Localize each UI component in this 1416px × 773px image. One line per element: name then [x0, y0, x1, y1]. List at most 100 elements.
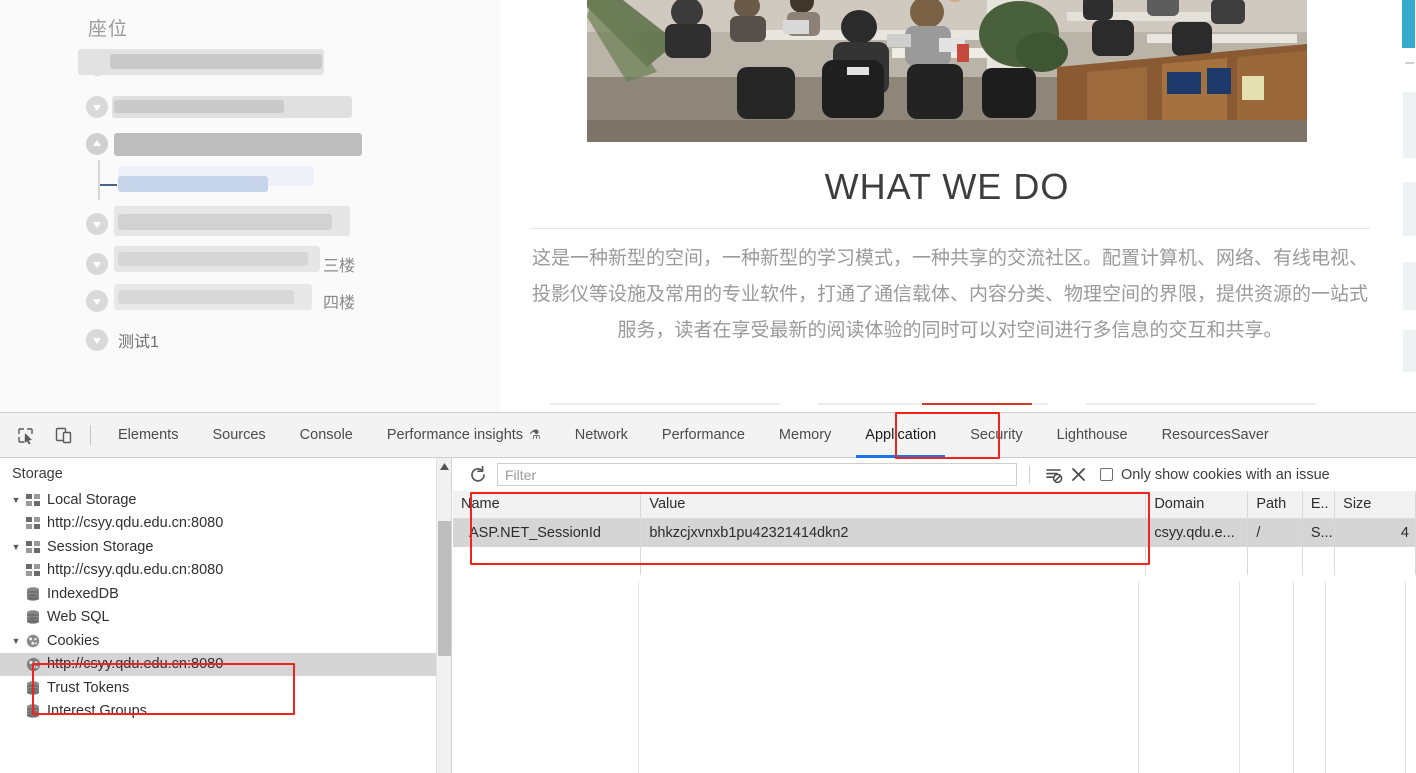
tab-application[interactable]: Application — [848, 413, 953, 458]
tree-item-local-storage[interactable]: ▼ Local Storage — [0, 488, 451, 512]
storage-panel-title: Storage — [12, 466, 63, 482]
cookies-filter-input[interactable] — [497, 463, 1017, 486]
tab-performance-insights[interactable]: Performance insights ⚗ — [370, 413, 558, 458]
devtools-tab-bar: Elements Sources Console Performance ins… — [101, 413, 1286, 458]
page-paragraph: 这是一种新型的空间，一种新型的学习模式，一种共享的交流社区。配置计算机、网络、有… — [531, 247, 1368, 341]
cookies-filter-bar: Only show cookies with an issue — [453, 458, 1416, 491]
chevron-down-icon[interactable]: ▼ — [8, 636, 24, 646]
scroll-up-arrow-icon[interactable] — [437, 458, 451, 474]
content-divider-top — [530, 228, 1370, 229]
chevron-down-icon[interactable]: ▼ — [8, 542, 24, 552]
tab-security[interactable]: Security — [953, 413, 1039, 458]
devtools-panel: Elements Sources Console Performance ins… — [0, 412, 1416, 773]
chevron-down-circle-icon[interactable] — [86, 54, 108, 76]
storage-grid-icon — [24, 564, 42, 577]
footer-divider-accent — [922, 403, 1032, 405]
cell-domain: csyy.qdu.e... — [1145, 518, 1249, 547]
table-header-row: Name Value Domain Path E.. Size — [453, 491, 1416, 519]
footer-divider — [1086, 403, 1316, 405]
tree-item-web-sql[interactable]: Web SQL — [0, 606, 451, 630]
tree-item-session-storage-origin[interactable]: http://csyy.qdu.edu.cn:8080 — [0, 559, 451, 583]
clear-filter-icon[interactable] — [1042, 463, 1066, 487]
page-sidebar: 座位 三楼 四楼 测试1 — [0, 0, 500, 412]
scrollbar-marker — [1405, 62, 1414, 64]
column-header-expires[interactable]: E.. — [1302, 491, 1336, 519]
redaction-blur — [114, 100, 284, 113]
redaction-blur — [118, 214, 332, 230]
tree-item-cookies-origin[interactable]: http://csyy.qdu.edu.cn:8080 — [0, 652, 451, 676]
storage-grid-icon — [24, 517, 42, 530]
inspect-element-icon[interactable] — [10, 420, 40, 450]
flask-icon: ⚗ — [529, 427, 541, 442]
clear-all-cookies-icon[interactable] — [1066, 463, 1090, 487]
tree-connector-branch — [100, 184, 117, 186]
chevron-down-circle-icon[interactable] — [86, 329, 108, 351]
toolbar-divider — [90, 425, 91, 445]
chevron-down-circle-icon[interactable] — [86, 96, 108, 118]
chevron-down-circle-icon[interactable] — [86, 253, 108, 275]
only-show-issues-checkbox[interactable]: Only show cookies with an issue — [1100, 467, 1330, 483]
database-icon — [24, 610, 42, 624]
page-tree-item[interactable]: 测试1 — [86, 328, 159, 352]
refresh-icon[interactable] — [465, 462, 491, 488]
cookies-panel: Only show cookies with an issue Name Val… — [453, 458, 1416, 773]
cell-value: bhkzcjxvnxb1pu42321414dkn2 — [640, 518, 1147, 547]
tree-item-trust-tokens[interactable]: Trust Tokens — [0, 676, 451, 700]
page-tree-item[interactable]: 三楼 — [86, 252, 355, 276]
tree-item-cookies[interactable]: ▼ Cookies — [0, 629, 451, 653]
column-header-size[interactable]: Size — [1334, 491, 1416, 519]
devtools-body: Storage ▼ Local Storage http://csyy.qdu.… — [0, 458, 1416, 773]
tab-lighthouse[interactable]: Lighthouse — [1040, 413, 1145, 458]
devtools-toolbar: Elements Sources Console Performance ins… — [0, 413, 1416, 458]
footer-divider — [550, 403, 780, 405]
cell-path: / — [1247, 518, 1303, 547]
redaction-blur — [110, 54, 322, 69]
scrollbar-segment — [1403, 182, 1416, 236]
sidebar-heading: 座位 — [88, 19, 129, 40]
page-tree-item[interactable] — [86, 54, 118, 76]
scrollbar-segment — [1403, 330, 1416, 372]
storage-scrollbar[interactable] — [436, 458, 451, 773]
tab-console[interactable]: Console — [283, 413, 370, 458]
storage-panel: Storage ▼ Local Storage http://csyy.qdu.… — [0, 458, 452, 773]
column-header-path[interactable]: Path — [1247, 491, 1303, 519]
tab-performance[interactable]: Performance — [645, 413, 762, 458]
scrollbar-segment — [1403, 262, 1416, 310]
tree-item-session-storage[interactable]: ▼ Session Storage — [0, 535, 451, 559]
tab-elements[interactable]: Elements — [101, 413, 195, 458]
database-icon — [24, 681, 42, 695]
storage-scrollbar-thumb[interactable] — [438, 521, 451, 656]
device-toolbar-icon[interactable] — [48, 420, 78, 450]
column-header-name[interactable]: Name — [453, 491, 642, 519]
chevron-down-circle-icon[interactable] — [86, 213, 108, 235]
page-tree-item[interactable] — [86, 213, 118, 235]
column-header-domain[interactable]: Domain — [1145, 491, 1249, 519]
cookie-icon — [24, 634, 42, 648]
table-row[interactable]: ASP.NET_SessionId bhkzcjxvnxb1pu42321414… — [453, 518, 1416, 547]
cell-expires: S... — [1302, 518, 1336, 547]
storage-tree: ▼ Local Storage http://csyy.qdu.edu.cn:8… — [0, 488, 451, 723]
tree-item-local-storage-origin[interactable]: http://csyy.qdu.edu.cn:8080 — [0, 512, 451, 536]
chevron-down-icon[interactable]: ▼ — [8, 495, 24, 505]
footer-divider-group — [530, 403, 1390, 406]
column-header-value[interactable]: Value — [640, 491, 1147, 519]
hero-photo — [587, 0, 1307, 142]
tab-sources[interactable]: Sources — [195, 413, 282, 458]
page-tree-item[interactable]: 四楼 — [86, 289, 355, 313]
page-tree-item[interactable] — [86, 96, 118, 118]
tree-item-indexeddb[interactable]: IndexedDB — [0, 582, 451, 606]
chevron-down-circle-icon[interactable] — [86, 290, 108, 312]
tab-memory[interactable]: Memory — [762, 413, 848, 458]
database-icon — [24, 587, 42, 601]
cell-size: 4 — [1334, 518, 1416, 547]
page-scrollbar[interactable] — [1400, 0, 1416, 412]
checkbox-box[interactable] — [1100, 468, 1113, 481]
page-tree-item[interactable] — [86, 133, 118, 155]
chevron-up-circle-icon[interactable] — [86, 133, 108, 155]
tab-resources-saver[interactable]: ResourcesSaver — [1145, 413, 1286, 458]
cookies-table: Name Value Domain Path E.. Size ASP.NET_… — [453, 491, 1416, 575]
page-scrollbar-thumb[interactable] — [1402, 0, 1415, 48]
tab-network[interactable]: Network — [558, 413, 645, 458]
table-grid-fill — [453, 581, 1416, 773]
tree-item-interest-groups[interactable]: Interest Groups — [0, 700, 451, 724]
